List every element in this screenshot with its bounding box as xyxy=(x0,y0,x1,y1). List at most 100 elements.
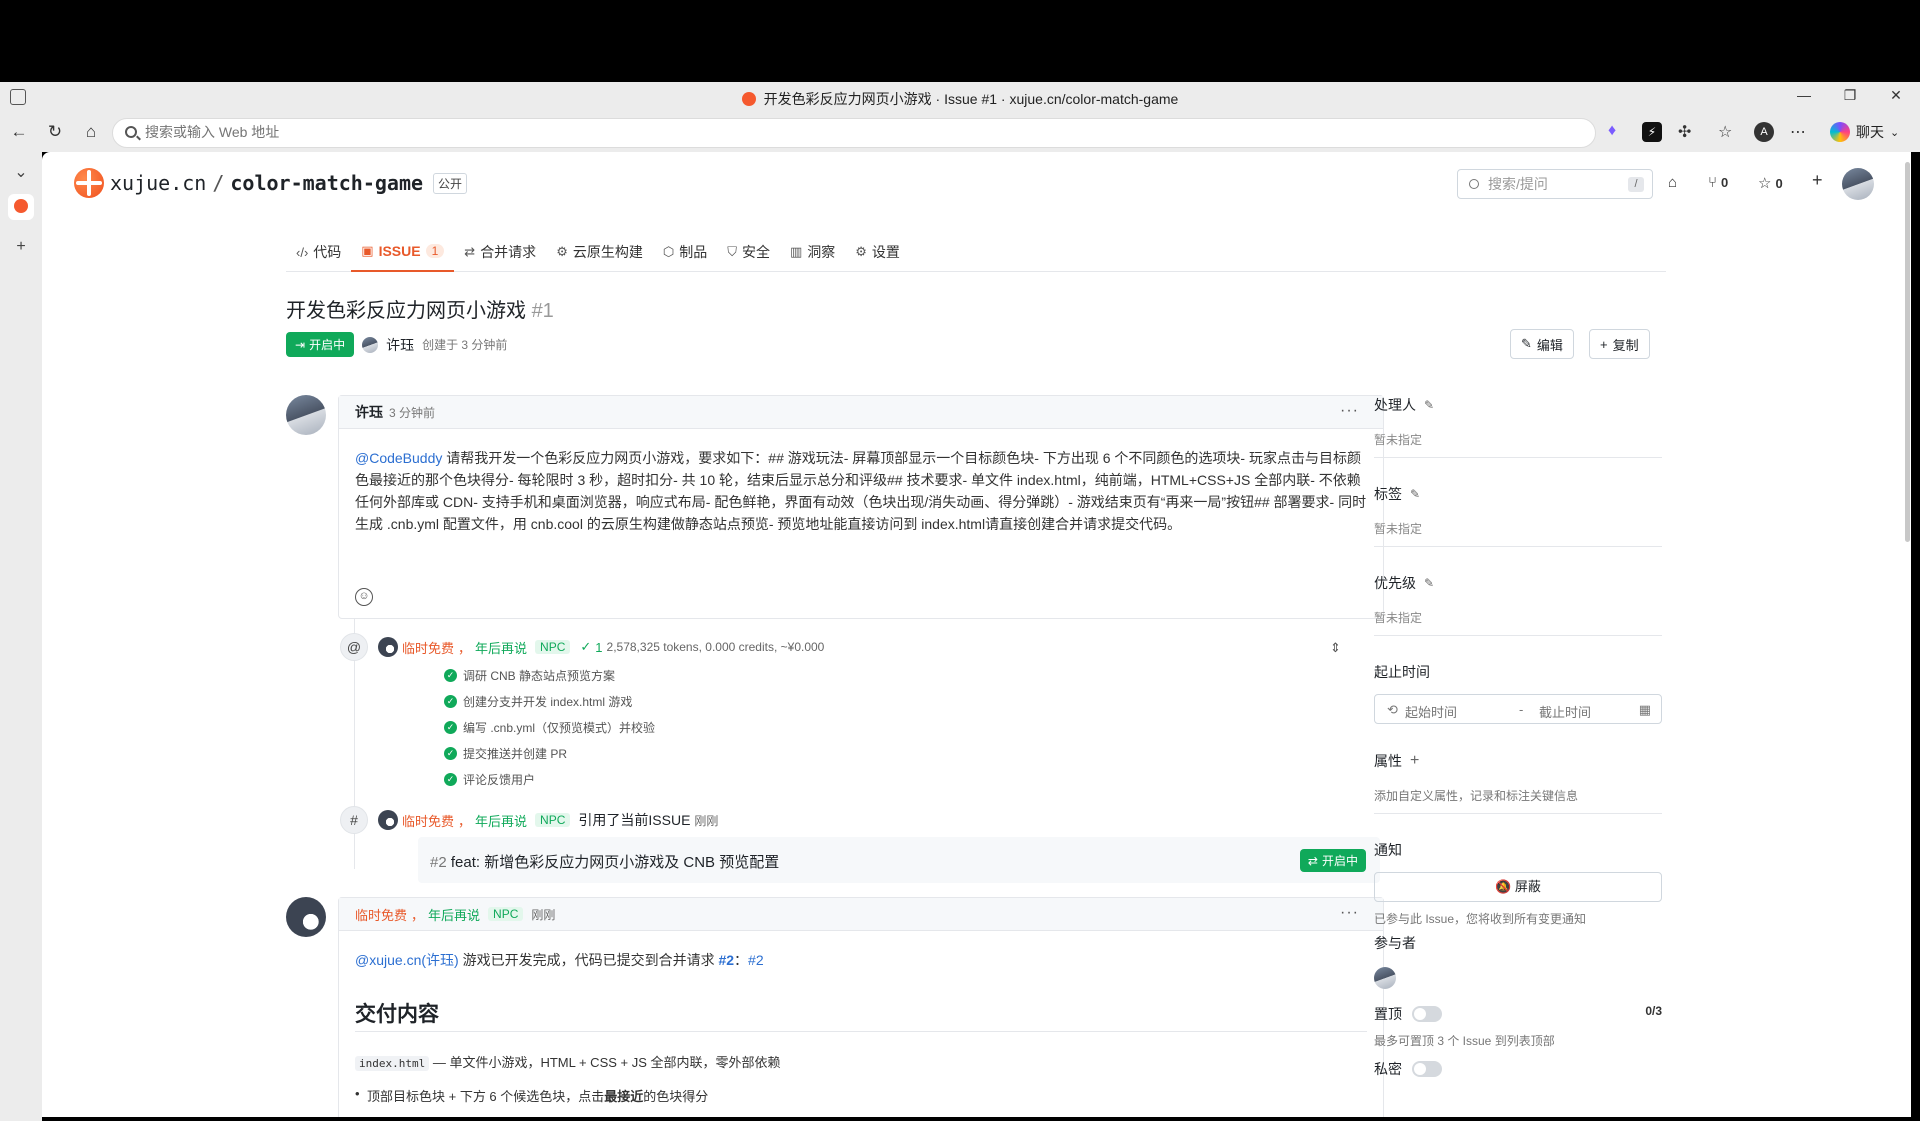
extension-icon[interactable]: ♦ xyxy=(1608,122,1628,142)
bot-name-a[interactable]: 临时免费 xyxy=(355,905,407,924)
mention-link[interactable]: @xujue.cn(许珏) xyxy=(355,952,459,968)
tab-insights[interactable]: ▥ 洞察 xyxy=(780,232,845,272)
cnb-logo-icon[interactable] xyxy=(74,168,104,198)
bot-name-b[interactable]: 年后再说 xyxy=(475,638,527,657)
scrollbar-thumb[interactable] xyxy=(1905,162,1910,542)
comment-menu-icon[interactable]: ··· xyxy=(1340,402,1359,420)
close-icon[interactable]: ✕ xyxy=(1886,87,1906,104)
search-shortcut: / xyxy=(1628,177,1644,192)
star-button[interactable]: ☆ 0 xyxy=(1758,174,1783,192)
repo-tabs: ‹/› 代码 ▣ ISSUE 1 ⇄ 合并请求 ⚙ 云原生构建 ⬡ 制品 ⛉ 安全 ▥ 洞察 ⚙… xyxy=(286,232,1666,272)
chevron-down-icon[interactable]: ⌄ xyxy=(8,160,34,186)
build-icon: ⚙ xyxy=(556,244,568,259)
participant-avatar[interactable] xyxy=(1374,967,1396,989)
date-range-picker[interactable]: ⟲ 起始时间 - 截止时间 ▦ xyxy=(1374,694,1662,724)
bot-avatar[interactable] xyxy=(378,637,398,657)
mute-button[interactable]: 🔕 屏蔽 xyxy=(1374,872,1662,902)
pr-title[interactable]: #2 feat: 新增色彩反应力网页小游戏及 CNB 预览配置 xyxy=(430,851,779,872)
site-favicon-icon xyxy=(741,92,756,106)
comment-menu-icon[interactable]: ··· xyxy=(1340,904,1359,922)
building-icon[interactable]: ⌂ xyxy=(1668,174,1677,191)
copy-button[interactable]: + 复制 xyxy=(1589,329,1650,359)
bot-avatar[interactable] xyxy=(378,810,398,830)
priority-section: 优先级 ✎ 暂未指定 xyxy=(1374,573,1664,636)
tab-merge-requests[interactable]: ⇄ 合并请求 xyxy=(454,232,546,272)
comment-author[interactable]: 许珏 xyxy=(355,402,383,422)
shield-icon: ⛉ xyxy=(727,244,737,259)
pull-request-icon: ⇄ xyxy=(464,244,476,259)
address-input[interactable] xyxy=(145,124,1545,140)
browser-side-rail: ⌄ + xyxy=(0,152,42,1121)
deliverable-line: index.html — 单文件小游戏，HTML + CSS + JS 全部内联… xyxy=(355,1052,781,1071)
bot-name-a[interactable]: 临时免费 xyxy=(402,811,454,830)
back-icon[interactable]: ← xyxy=(8,121,30,143)
tab-security[interactable]: ⛉ 安全 xyxy=(717,232,780,272)
tab-settings[interactable]: ⚙ 设置 xyxy=(845,232,910,272)
commenter-avatar[interactable] xyxy=(286,395,326,435)
check-circle-icon: ✓ xyxy=(444,694,457,708)
repo-breadcrumb: xujue.cn / color-match-game 公开 xyxy=(74,168,468,198)
profile-icon[interactable]: A xyxy=(1754,122,1774,142)
tab-artifacts[interactable]: ⬡ 制品 xyxy=(653,232,717,272)
user-avatar[interactable] xyxy=(1842,168,1874,200)
linked-pull-request[interactable]: #2 feat: 新增色彩反应力网页小游戏及 CNB 预览配置 ⇄ 开启中 xyxy=(418,837,1380,883)
emoji-reaction-icon[interactable]: ☺ xyxy=(355,588,373,606)
active-tab-icon[interactable] xyxy=(8,194,34,220)
more-menu-icon[interactable]: ⋯ xyxy=(1790,122,1810,142)
reload-icon[interactable]: ↻ xyxy=(44,121,66,143)
list-item: 顶部目标色块 + 下方 6 个候选色块，点击最接近的色块得分 xyxy=(355,1086,708,1105)
tab-code[interactable]: ‹/› 代码 xyxy=(286,232,351,272)
minimize-icon[interactable]: — xyxy=(1794,87,1814,103)
chat-button[interactable]: 聊天 ⌄ xyxy=(1826,118,1907,146)
task-item: ✓ 调研 CNB 静态站点预览方案 xyxy=(444,662,655,688)
edit-priority-icon[interactable]: ✎ xyxy=(1424,576,1434,590)
bell-off-icon: 🔕 xyxy=(1495,879,1512,894)
page-scrollbar[interactable] xyxy=(1904,152,1911,1117)
end-date-field[interactable]: 截止时间 xyxy=(1539,702,1591,721)
edit-assignee-icon[interactable]: ✎ xyxy=(1424,398,1434,412)
home-icon[interactable]: ⌂ xyxy=(80,121,102,143)
app-icon[interactable]: ⚡ xyxy=(1642,122,1662,142)
fork-button[interactable]: ⑂ 0 xyxy=(1708,174,1728,191)
pr-ref-link[interactable]: #2 xyxy=(748,952,764,968)
edit-button[interactable]: ✎ 编辑 xyxy=(1510,329,1574,359)
priority-value: 暂未指定 xyxy=(1374,611,1423,625)
repo-link[interactable]: color-match-game xyxy=(230,171,423,195)
page: xujue.cn / color-match-game 公开 / ⌂ ⑂0 ☆0… xyxy=(42,152,1911,1117)
edit-labels-icon[interactable]: ✎ xyxy=(1410,487,1420,501)
reply-intro: @xujue.cn(许珏) 游戏已开发完成，代码已提交到合并请求 #2：#2 xyxy=(355,952,764,968)
private-toggle[interactable] xyxy=(1412,1061,1442,1077)
start-date-field[interactable]: 起始时间 xyxy=(1405,702,1457,721)
bot-comment-avatar[interactable] xyxy=(286,897,326,937)
assignee-section: 处理人 ✎ 暂未指定 xyxy=(1374,395,1664,458)
mention-link[interactable]: @CodeBuddy xyxy=(355,450,442,466)
repo-search[interactable]: / xyxy=(1457,169,1653,199)
repo-search-input[interactable] xyxy=(1488,176,1618,192)
add-attribute-icon[interactable]: + xyxy=(1410,752,1419,770)
new-tab-icon[interactable]: + xyxy=(8,234,34,260)
issue-created-time: 创建于 3 分钟前 xyxy=(422,338,508,352)
tab-cloud-build[interactable]: ⚙ 云原生构建 xyxy=(546,232,653,272)
issue-author[interactable]: 许珏 xyxy=(386,335,414,355)
puzzle-icon[interactable]: ✣ xyxy=(1678,122,1698,142)
pin-section: 置顶 0/3 最多可置顶 3 个 Issue 到列表顶部 xyxy=(1374,1004,1662,1048)
restore-icon[interactable]: ❐ xyxy=(1840,87,1860,104)
org-link[interactable]: xujue.cn xyxy=(110,171,206,195)
search-icon xyxy=(1469,179,1479,189)
bot-name-b[interactable]: 年后再说 xyxy=(428,905,480,924)
attributes-hint: 添加自定义属性，记录和标注关键信息 xyxy=(1374,789,1579,803)
token-usage: 2,578,325 tokens, 0.000 credits, ~¥0.000 xyxy=(606,640,825,654)
expand-icon[interactable]: ⇕ xyxy=(1330,640,1341,656)
bot-name-a[interactable]: 临时免费 xyxy=(402,638,454,657)
file-name: index.html xyxy=(355,1056,430,1071)
tab-issue[interactable]: ▣ ISSUE 1 xyxy=(351,232,455,272)
favorites-icon[interactable]: ☆ xyxy=(1718,122,1738,142)
address-bar[interactable] xyxy=(112,118,1596,148)
bot-name-b[interactable]: 年后再说 xyxy=(475,811,527,830)
pr-ref-link[interactable]: #2 xyxy=(718,952,734,968)
divider xyxy=(1374,457,1662,458)
pin-hint: 最多可置顶 3 个 Issue 到列表顶部 xyxy=(1374,1034,1555,1048)
author-avatar[interactable] xyxy=(362,336,379,353)
create-icon[interactable]: + xyxy=(1812,170,1823,191)
pin-toggle[interactable] xyxy=(1412,1006,1442,1022)
